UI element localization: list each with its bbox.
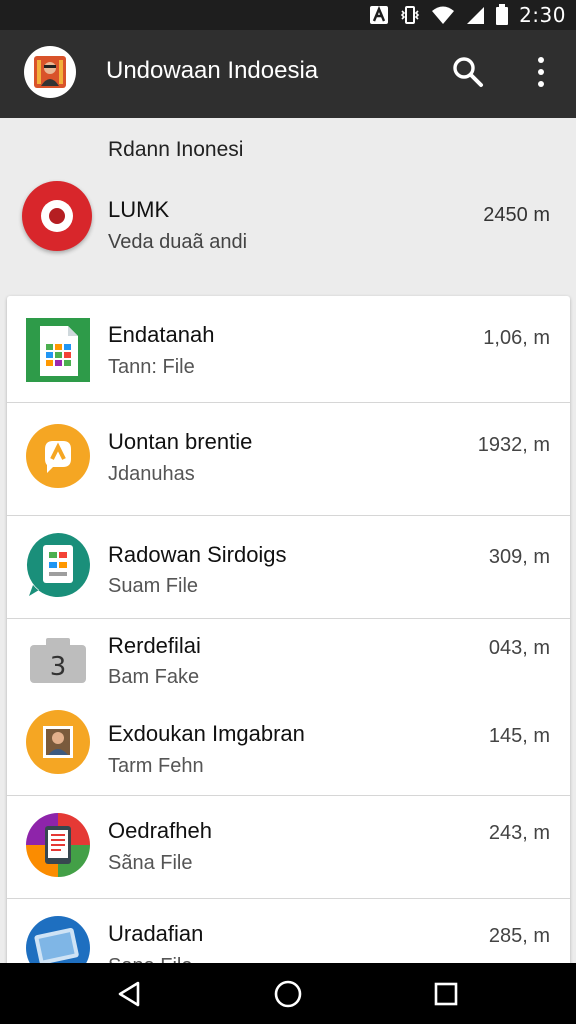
record-app-icon (22, 181, 92, 251)
item-title: Uradafian (108, 921, 204, 946)
orange-app-icon (25, 423, 91, 489)
item-size: 1932, m (477, 434, 550, 456)
featured-size: 2450 m (483, 204, 550, 226)
item-title: Oedrafheh (108, 818, 212, 843)
item-size: 285, m (488, 925, 550, 947)
list-item[interactable]: Endatanah Tann: File 1,06, m (7, 296, 570, 403)
list-item[interactable]: Exdoukan Imgabran Tarm Fehn 145, m (7, 701, 570, 796)
status-bar: 2:30 (0, 0, 576, 30)
more-vert-icon[interactable] (526, 54, 556, 90)
reader-app-icon (25, 812, 91, 878)
item-size: 309, m (488, 546, 550, 568)
notification-a-icon (369, 5, 389, 25)
item-subtitle: Suam File (108, 575, 199, 597)
app-avatar[interactable] (24, 46, 76, 98)
cell-signal-icon (465, 5, 485, 25)
item-size: 043, m (488, 637, 550, 659)
item-title: Rerdefilai (108, 633, 201, 658)
spreadsheet-icon (25, 317, 91, 383)
featured-title: LUMK (108, 197, 170, 222)
item-title: Uontan brentie (108, 429, 253, 454)
file-list: Endatanah Tann: File 1,06, m Uontan bren… (7, 296, 570, 976)
item-subtitle: Tarm Fehn (108, 755, 204, 777)
list-item[interactable]: Radowan Sirdoigs Suam File 309, m (7, 516, 570, 619)
photo-app-icon (25, 709, 91, 775)
list-item[interactable]: 3 Rerdefilai Bam Fake 043, m (7, 619, 570, 701)
home-icon[interactable] (269, 975, 307, 1013)
item-subtitle: Tann: File (108, 356, 195, 378)
item-title: Exdoukan Imgabran (108, 721, 305, 746)
back-icon[interactable] (110, 975, 148, 1013)
item-subtitle: Jdanuhas (108, 463, 195, 485)
item-size: 1,06, m (483, 327, 550, 349)
camera-icon: 3 (25, 627, 91, 693)
item-title: Endatanah (108, 322, 215, 347)
recents-icon[interactable] (427, 975, 465, 1013)
svg-text:3: 3 (50, 652, 67, 682)
chat-app-icon (25, 532, 91, 598)
item-size: 243, m (488, 822, 550, 844)
status-time: 2:30 (519, 3, 566, 27)
battery-icon (495, 4, 509, 26)
featured-item[interactable]: LUMK Veda duaã andi 2450 m (0, 176, 576, 266)
list-item[interactable]: Uontan brentie Jdanuhas 1932, m (7, 403, 570, 516)
wifi-icon (431, 5, 455, 25)
list-item[interactable]: Oedrafheh Sãna File 243, m (7, 796, 570, 899)
item-subtitle: Bam Fake (108, 666, 200, 688)
search-icon[interactable] (450, 54, 486, 90)
item-subtitle: Sãna File (108, 852, 193, 874)
app-bar: Undowaan Indoesia (0, 30, 576, 118)
section-title: Rdann Inonesi (108, 138, 244, 161)
featured-subtitle: Veda duaã andi (108, 231, 248, 253)
navigation-bar (0, 963, 576, 1024)
app-title: Undowaan Indoesia (106, 57, 319, 84)
vibrate-icon (399, 5, 421, 25)
item-title: Radowan Sirdoigs (108, 542, 287, 567)
item-size: 145, m (488, 725, 550, 747)
